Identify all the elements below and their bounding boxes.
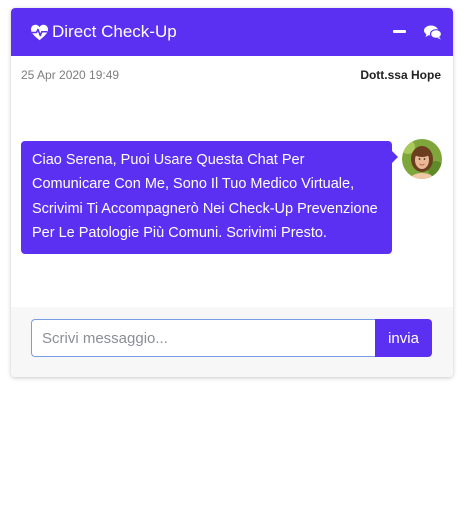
doctor-avatar: [402, 139, 442, 179]
message-input[interactable]: [31, 319, 375, 357]
chat-footer: invia: [11, 307, 453, 377]
header-title-group: Direct Check-Up: [30, 22, 389, 42]
chat-title: Direct Check-Up: [52, 22, 177, 41]
chat-header: Direct Check-Up: [11, 8, 453, 56]
chat-messages[interactable]: 25 Apr 2020 19:49 Dott.ssa Hope Ciao Ser…: [11, 56, 453, 307]
header-actions: [389, 22, 443, 42]
message-bubble: Ciao Serena, Puoi Usare Questa Chat Per …: [21, 141, 398, 255]
heartbeat-icon: [30, 24, 49, 41]
send-button[interactable]: invia: [375, 319, 432, 357]
message-author: Dott.ssa Hope: [360, 68, 441, 82]
message-timestamp: 25 Apr 2020 19:49: [21, 68, 120, 82]
minimize-icon[interactable]: [389, 22, 409, 42]
comments-icon[interactable]: [423, 22, 443, 42]
chat-widget: Direct Check-Up 25 Apr 2020 19:49 Dott.s…: [11, 8, 453, 377]
message-meta: 25 Apr 2020 19:49 Dott.ssa Hope: [21, 68, 441, 82]
